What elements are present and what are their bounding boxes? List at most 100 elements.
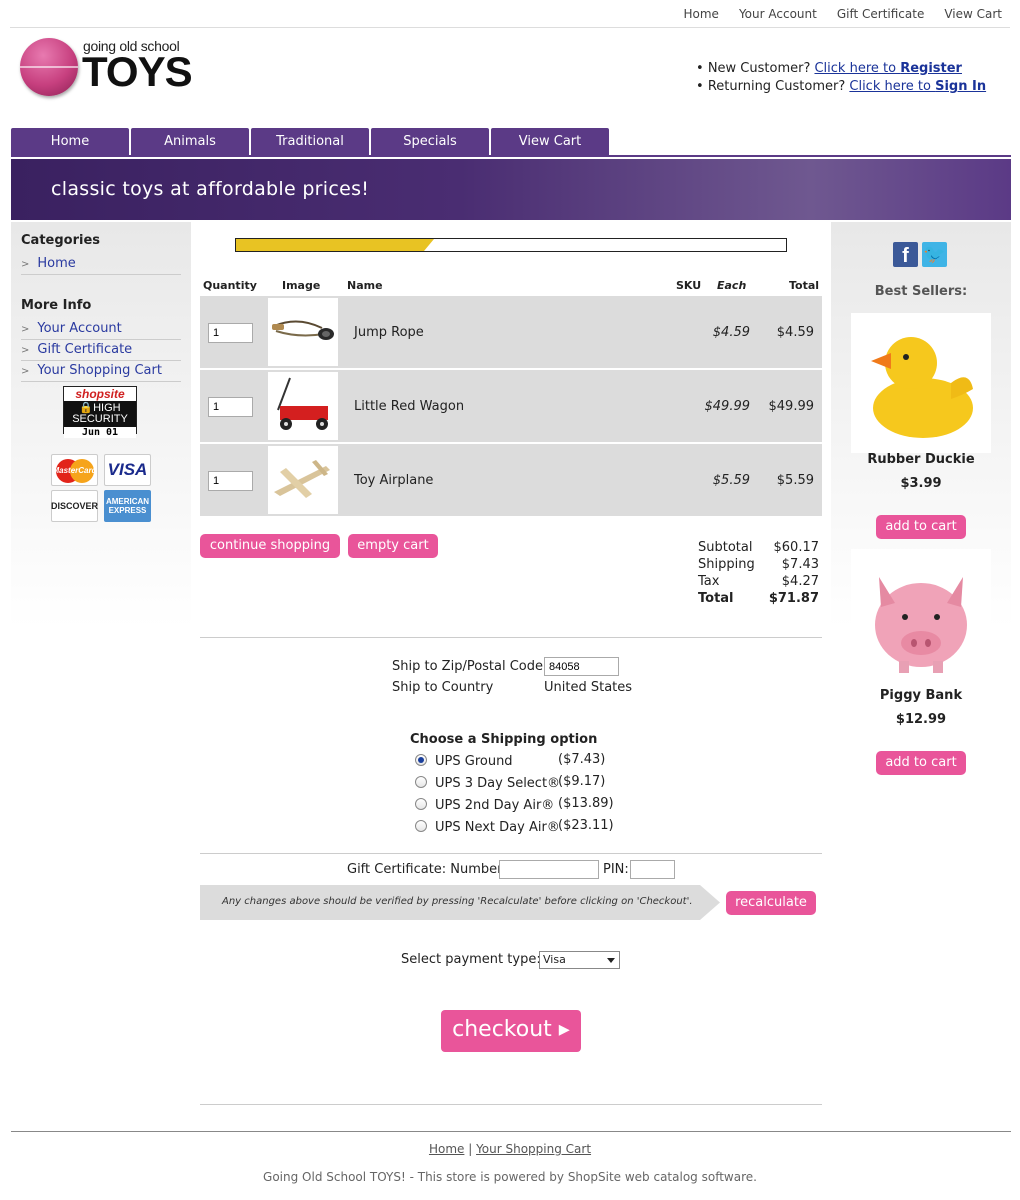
payment-type-label: Select payment type:: [401, 952, 541, 967]
new-customer-line: • New Customer? Click here to Register: [696, 61, 962, 76]
discover-icon: DISCOVER: [51, 490, 98, 522]
utility-link-home[interactable]: Home: [684, 7, 719, 21]
badge-lock-text: 🔒HIGH SECURITY: [72, 402, 128, 425]
cart-row: Jump Rope $4.59 $4.59: [200, 296, 822, 368]
amex-icon: AMERICAN EXPRESS: [104, 490, 151, 522]
total-value: $71.87: [768, 591, 819, 606]
progress-fill: [236, 239, 434, 251]
divider: [200, 853, 822, 854]
checkout-progress-bar: [235, 238, 787, 252]
categories-title: Categories: [21, 233, 101, 248]
divider: [200, 637, 822, 638]
tab-home[interactable]: Home: [11, 128, 129, 156]
product-price: $3.99: [900, 476, 942, 491]
shipping-option-label: UPS 3 Day Select®: [435, 776, 561, 791]
item-total-price: $49.99: [768, 399, 815, 414]
sidebar-item-account[interactable]: > Your Account: [21, 319, 181, 340]
add-to-cart-button[interactable]: add to cart: [876, 751, 966, 775]
tab-underline: [11, 155, 1011, 157]
jump-rope-thumbnail[interactable]: [268, 298, 338, 366]
gift-pin-label: PIN:: [603, 862, 629, 877]
tab-specials[interactable]: Specials: [371, 128, 489, 156]
zip-input[interactable]: [544, 657, 619, 676]
ups-ground-radio[interactable]: [415, 754, 427, 766]
subtotal-label: Subtotal: [698, 540, 753, 555]
sidebar-item-cart[interactable]: > Your Shopping Cart: [21, 361, 181, 382]
tab-traditional[interactable]: Traditional: [251, 128, 369, 156]
shipping-options-title: Choose a Shipping option: [410, 732, 598, 747]
product-price: $12.99: [895, 712, 947, 727]
tab-view-cart[interactable]: View Cart: [491, 128, 609, 156]
country-value: United States: [544, 680, 633, 695]
bullet-icon: >: [21, 259, 30, 270]
shipping-option-price: ($23.11): [558, 818, 614, 833]
airplane-thumbnail[interactable]: [268, 446, 338, 514]
item-total-price: $4.59: [776, 325, 814, 340]
ups-nextday-radio[interactable]: [415, 820, 427, 832]
cart-row: Little Red Wagon $49.99 $49.99: [200, 370, 822, 442]
right-sidebar: f 🐦 Best Sellers: Rubber Duckie $3.99 ad…: [831, 222, 1011, 802]
gift-pin-input[interactable]: [630, 860, 675, 879]
banner-text: classic toys at affordable prices!: [51, 178, 370, 200]
payment-type-select[interactable]: Visa: [539, 951, 620, 969]
shopsite-security-badge[interactable]: shopsite 🔒HIGH SECURITY Jun 01: [63, 386, 137, 438]
logo-wordmark: TOYS: [82, 48, 193, 95]
tab-animals[interactable]: Animals: [131, 128, 249, 156]
bullet-icon: >: [21, 345, 30, 356]
col-image: Image: [282, 279, 321, 292]
product-name[interactable]: Piggy Bank: [831, 688, 1011, 703]
quantity-input[interactable]: [208, 471, 253, 491]
product-name[interactable]: Rubber Duckie: [831, 452, 1011, 467]
register-link[interactable]: Click here to Register: [814, 61, 962, 76]
twitter-icon[interactable]: 🐦: [922, 242, 947, 267]
country-label: Ship to Country: [392, 680, 494, 695]
col-total: Total: [789, 279, 820, 292]
facebook-icon[interactable]: f: [893, 242, 918, 267]
checkout-button[interactable]: checkout ▸: [441, 1010, 581, 1052]
footer-link-cart[interactable]: Your Shopping Cart: [476, 1142, 591, 1156]
item-each-price: $49.99: [704, 399, 751, 414]
quantity-input[interactable]: [208, 397, 253, 417]
logo-circle-icon: [20, 38, 78, 96]
footer-note: Going Old School TOYS! - This store is p…: [263, 1170, 757, 1184]
account-box: • New Customer? Click here to Register •…: [696, 60, 986, 96]
piggy-bank-image[interactable]: [851, 549, 991, 689]
item-total-price: $5.59: [776, 473, 814, 488]
store-logo[interactable]: going old school TOYS: [20, 36, 200, 100]
rubber-duckie-image[interactable]: [851, 313, 991, 453]
quantity-input[interactable]: [208, 323, 253, 343]
sidebar-item-gift[interactable]: > Gift Certificate: [21, 340, 181, 361]
utility-link-cart[interactable]: View Cart: [944, 7, 1002, 21]
left-sidebar: Categories > Home More Info > Your Account…: [11, 222, 191, 802]
cart-header: Quantity Image Name SKU Each Total: [200, 279, 822, 295]
gift-number-input[interactable]: [499, 860, 599, 879]
item-name[interactable]: Little Red Wagon: [354, 399, 464, 414]
best-sellers-title: Best Sellers:: [874, 284, 968, 299]
sidebar-item-home[interactable]: > Home: [21, 254, 181, 275]
continue-shopping-button[interactable]: continue shopping: [200, 534, 340, 558]
item-name[interactable]: Jump Rope: [354, 325, 424, 340]
empty-cart-button[interactable]: empty cart: [348, 534, 438, 558]
add-to-cart-button[interactable]: add to cart: [876, 515, 966, 539]
shipping-value: $7.43: [781, 557, 819, 572]
recalculate-button[interactable]: recalculate: [726, 891, 816, 915]
footer-link-home[interactable]: Home: [429, 1142, 464, 1156]
badge-date: Jun 01: [64, 427, 136, 438]
bullet-icon: >: [21, 324, 30, 335]
utility-link-gift[interactable]: Gift Certificate: [837, 7, 925, 21]
signin-link[interactable]: Click here to Sign In: [849, 79, 986, 94]
footer-links: Home | Your Shopping Cart: [0, 1142, 1020, 1156]
utility-link-account[interactable]: Your Account: [739, 7, 817, 21]
shipping-label: Shipping: [698, 557, 755, 572]
ups-2day-radio[interactable]: [415, 798, 427, 810]
subtotal-value: $60.17: [773, 540, 820, 555]
tax-label: Tax: [698, 574, 720, 589]
shipping-option-label: UPS 2nd Day Air®: [435, 798, 555, 813]
ups-3day-radio[interactable]: [415, 776, 427, 788]
cart-row: Toy Airplane $5.59 $5.59: [200, 444, 822, 516]
item-name[interactable]: Toy Airplane: [354, 473, 433, 488]
col-quantity: Quantity: [203, 279, 257, 292]
badge-brand: shopsite: [64, 387, 136, 401]
new-customer-text: New Customer?: [707, 61, 815, 76]
wagon-thumbnail[interactable]: [268, 372, 338, 440]
